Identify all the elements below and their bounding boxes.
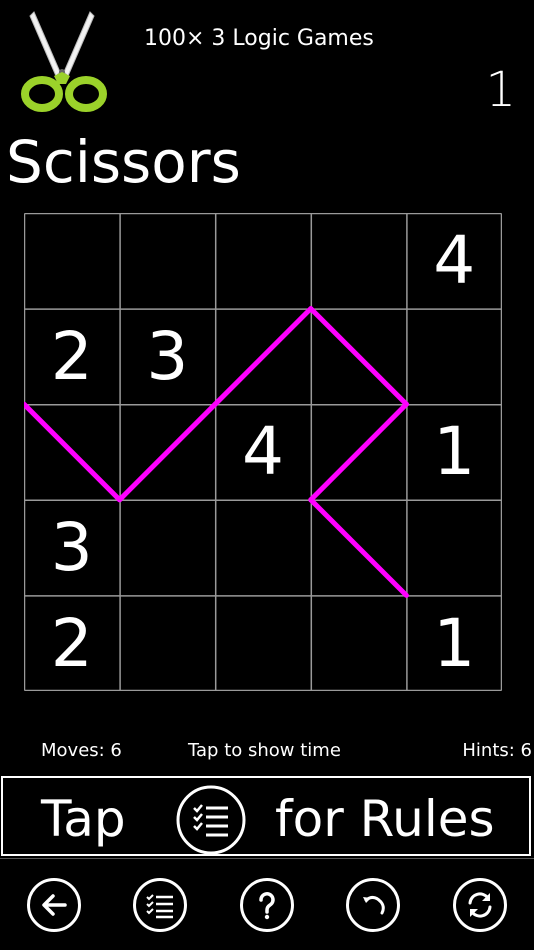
empty-cell[interactable] (311, 500, 407, 596)
back-arrow-icon (42, 894, 67, 916)
empty-cell[interactable] (215, 213, 311, 309)
undo-button[interactable] (346, 878, 400, 932)
clue-cell[interactable]: 1 (406, 404, 502, 500)
list-button[interactable] (133, 878, 187, 932)
empty-cell[interactable] (215, 500, 311, 596)
empty-cell[interactable] (406, 500, 502, 596)
empty-cell[interactable] (120, 595, 216, 691)
moves-counter: Moves: 6 (41, 740, 122, 761)
puzzle-board[interactable]: 42341321 (24, 213, 502, 691)
clue-cell[interactable]: 1 (406, 595, 502, 691)
rules-button[interactable]: Tap for Rules (1, 776, 531, 856)
empty-cell[interactable] (120, 213, 216, 309)
level-number: 1 (485, 62, 516, 118)
clue-cell[interactable]: 2 (24, 595, 120, 691)
empty-cell[interactable] (120, 500, 216, 596)
empty-cell[interactable] (311, 213, 407, 309)
empty-cell[interactable] (311, 595, 407, 691)
empty-cell[interactable] (24, 213, 120, 309)
app-title: 100× 3 Logic Games (144, 26, 374, 51)
clue-cell[interactable]: 3 (24, 500, 120, 596)
empty-cell[interactable] (24, 404, 120, 500)
clue-cell[interactable]: 2 (24, 309, 120, 405)
scissors-logo-icon (21, 11, 107, 112)
game-title: Scissors (6, 128, 241, 196)
timer-toggle[interactable]: Tap to show time (188, 740, 341, 761)
list-icon (146, 894, 173, 919)
rules-tap-label: Tap (41, 790, 126, 848)
empty-cell[interactable] (120, 404, 216, 500)
undo-icon (363, 895, 385, 915)
rules-list-icon (176, 785, 246, 855)
refresh-icon (468, 892, 492, 918)
clue-cell[interactable]: 4 (215, 404, 311, 500)
clue-cell[interactable]: 3 (120, 309, 216, 405)
empty-cell[interactable] (215, 309, 311, 405)
help-button[interactable] (240, 878, 294, 932)
empty-cell[interactable] (406, 309, 502, 405)
hints-counter: Hints: 6 (462, 740, 532, 761)
clue-cell[interactable]: 4 (406, 213, 502, 309)
refresh-button[interactable] (453, 878, 507, 932)
help-icon (259, 892, 275, 920)
empty-cell[interactable] (311, 309, 407, 405)
rules-for-rules-label: for Rules (275, 790, 495, 848)
back-button[interactable] (27, 878, 81, 932)
toolbar-divider (0, 858, 534, 859)
empty-cell[interactable] (215, 595, 311, 691)
empty-cell[interactable] (311, 404, 407, 500)
